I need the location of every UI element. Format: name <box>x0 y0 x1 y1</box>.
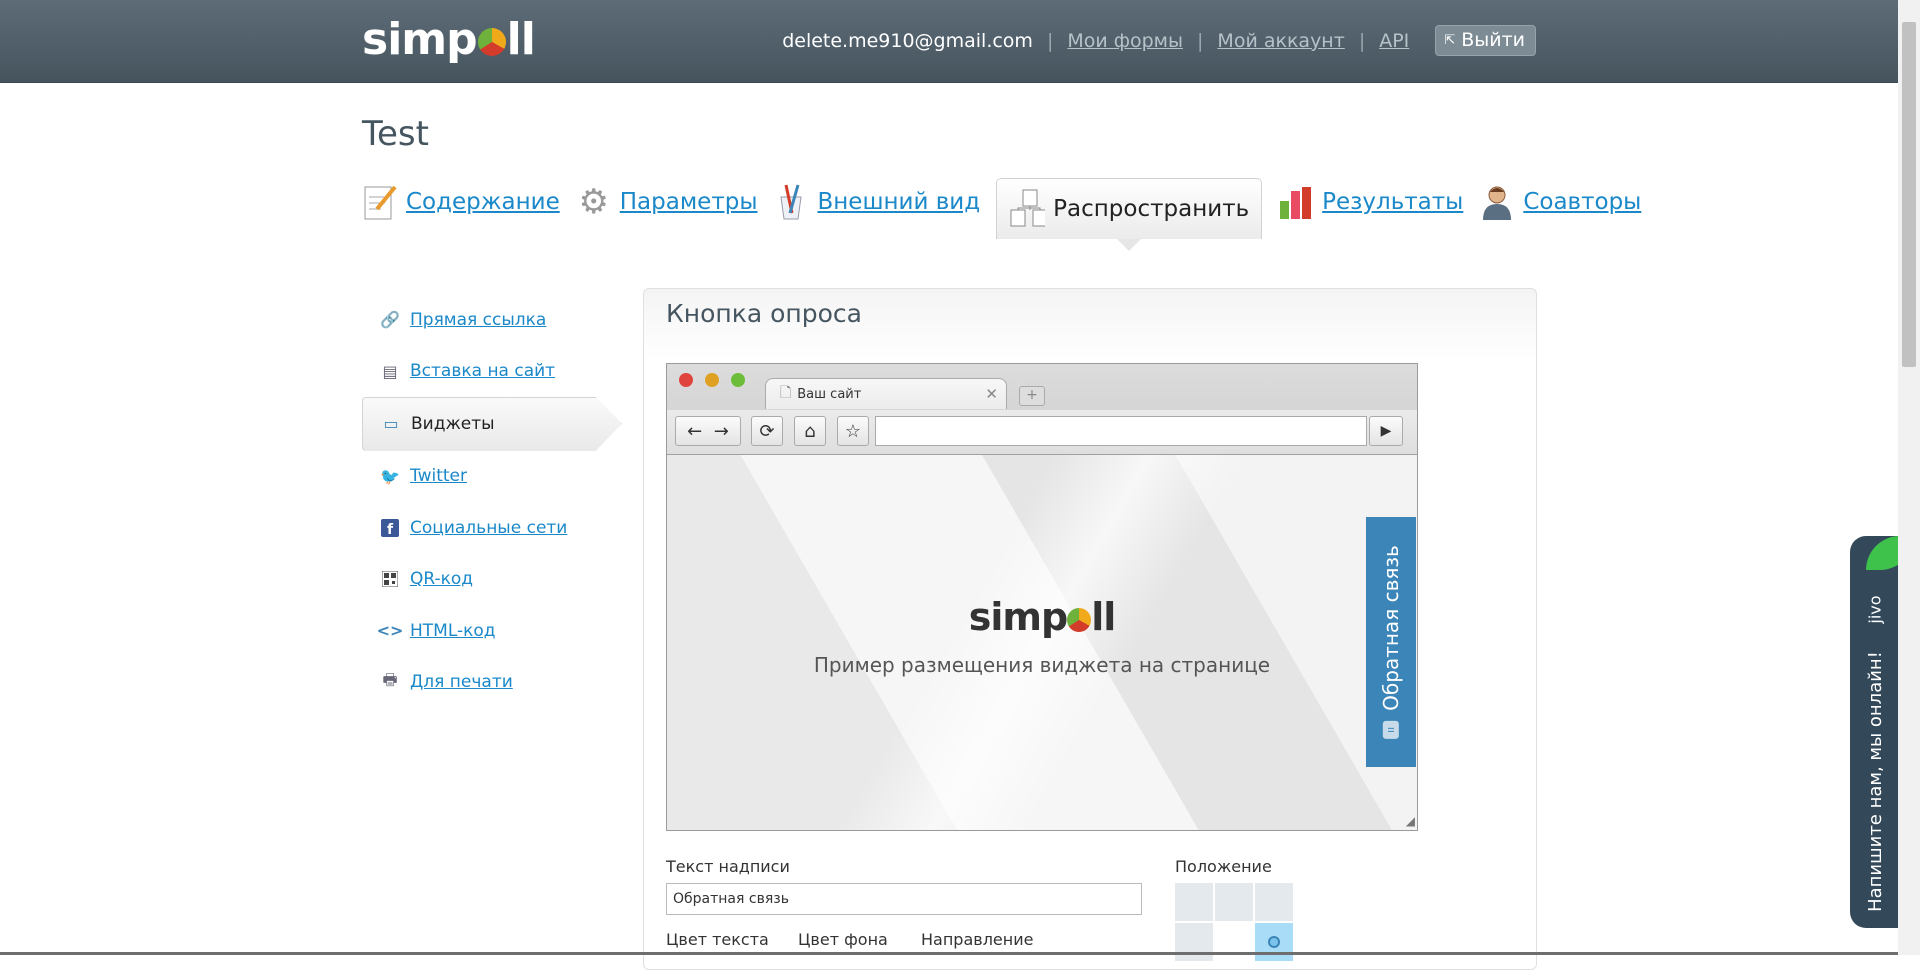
minimize-dot-icon <box>705 373 719 387</box>
browser-viewport: simp ll Пример размещения виджета на стра… <box>667 455 1417 830</box>
sidebar-item-social[interactable]: f Социальные сети <box>362 502 622 554</box>
maximize-dot-icon <box>731 373 745 387</box>
printer-icon: 🖶 <box>382 669 398 689</box>
code-icon: <> <box>376 621 404 641</box>
sidebar-item-embed[interactable]: ▤ Вставка на сайт <box>362 346 622 398</box>
sidebar-item-twitter[interactable]: 🐦 Twitter <box>362 451 622 503</box>
page-scrollbar[interactable] <box>1898 0 1920 955</box>
close-icon: ✕ <box>985 385 998 403</box>
caption-input[interactable]: Обратная связь <box>666 883 1142 915</box>
gear-icon: ⚙ <box>578 182 609 222</box>
api-link[interactable]: API <box>1379 30 1409 52</box>
page-title: Test <box>362 114 429 154</box>
tab-coauthors[interactable]: Соавторы <box>1479 178 1641 226</box>
edit-icon <box>362 183 398 221</box>
bg-color-label: Цвет фона <box>798 930 888 949</box>
address-bar <box>875 416 1367 446</box>
preview-caption: Пример размещения виджета на странице <box>813 653 1271 677</box>
chat-widget[interactable]: jivo Напишите нам, мы онлайн! <box>1850 536 1900 928</box>
speech-bubble-icon: ıı <box>1383 720 1400 739</box>
position-cell[interactable] <box>1215 923 1253 961</box>
sidebar-item-direct-link[interactable]: 🔗 Прямая ссылка <box>362 294 622 346</box>
arrow-left-icon: ← <box>687 420 703 442</box>
twitter-icon: 🐦 <box>380 466 400 486</box>
panel-title: Кнопка опроса <box>666 299 862 328</box>
svg-text:f: f <box>387 522 394 537</box>
browser-preview: 🗋 Ваш сайт ✕ + ← → ⟳ ⌂ ☆ ▶ simp ll Пример… <box>666 363 1418 831</box>
tab-parameters[interactable]: ⚙ Параметры <box>576 178 757 226</box>
feedback-widget-preview: ıı Обратная связь <box>1366 517 1416 767</box>
sidebar-item-qr[interactable]: QR-код <box>362 554 622 606</box>
preview-logo: simp ll <box>968 595 1117 639</box>
widget-panel: Кнопка опроса 🗋 Ваш сайт ✕ + ← → ⟳ ⌂ ☆ ▶ <box>643 288 1537 970</box>
browser-chrome: 🗋 Ваш сайт ✕ + ← → ⟳ ⌂ ☆ ▶ <box>667 364 1417 455</box>
tab-content[interactable]: Содержание <box>362 178 560 226</box>
top-nav: delete.me910@gmail.com | Мои формы | Мой… <box>782 25 1536 56</box>
position-cell[interactable] <box>1215 883 1253 921</box>
chat-brand: jivo <box>1865 594 1885 624</box>
bar-chart-icon <box>1278 183 1314 221</box>
caption-label: Текст надписи <box>666 857 790 876</box>
back-forward-icons: ← → <box>675 416 741 446</box>
tab-results[interactable]: Результаты <box>1278 178 1463 226</box>
position-cell[interactable] <box>1175 883 1213 921</box>
new-tab-icon: + <box>1019 386 1045 406</box>
tab-share[interactable]: Распространить <box>996 178 1263 251</box>
sidebar-item-print[interactable]: 🖶 Для печати <box>362 657 622 709</box>
user-icon <box>1479 183 1515 221</box>
embed-icon: ▤ <box>382 361 398 381</box>
position-label: Положение <box>1175 857 1272 876</box>
direction-label: Направление <box>921 930 1034 949</box>
position-cell-selected[interactable] <box>1255 923 1293 961</box>
play-icon: ▶ <box>1369 416 1403 446</box>
browser-toolbar: ← → ⟳ ⌂ ☆ ▶ <box>667 410 1417 454</box>
user-email: delete.me910@gmail.com <box>782 29 1033 52</box>
my-account-link[interactable]: Мой аккаунт <box>1217 30 1344 52</box>
star-icon: ☆ <box>837 416 869 446</box>
position-cell[interactable] <box>1255 883 1293 921</box>
scrollbar-thumb[interactable] <box>1902 22 1916 367</box>
logo[interactable]: simp ll <box>362 14 536 65</box>
top-bar: simp ll delete.me910@gmail.com | Мои форм… <box>0 0 1898 83</box>
sidebar-item-widgets[interactable]: ▭ Виджеты <box>362 397 622 451</box>
window-icon: ▭ <box>383 414 399 434</box>
close-dot-icon <box>679 373 693 387</box>
link-icon: 🔗 <box>380 310 400 330</box>
sidebar-item-html[interactable]: <> HTML-код <box>362 605 622 657</box>
page-icon: 🗋 <box>780 385 792 401</box>
main-tabs: Содержание ⚙ Параметры Внешний вид Распр… <box>362 178 1657 251</box>
text-color-label: Цвет текста <box>666 930 769 949</box>
arrow-right-icon: → <box>713 420 729 442</box>
logout-button[interactable]: ⇱ Выйти <box>1435 25 1536 56</box>
tab-appearance[interactable]: Внешний вид <box>773 178 980 226</box>
brushes-icon <box>773 183 809 221</box>
chat-message: Напишите нам, мы онлайн! <box>1864 650 1886 912</box>
qr-icon <box>380 569 400 589</box>
facebook-icon: f <box>380 518 400 538</box>
position-grid <box>1175 883 1293 961</box>
my-forms-link[interactable]: Мои формы <box>1067 30 1183 52</box>
reload-icon: ⟳ <box>751 416 783 446</box>
home-icon: ⌂ <box>794 416 826 446</box>
external-link-icon: ⇱ <box>1444 32 1456 48</box>
share-sidebar: 🔗 Прямая ссылка ▤ Вставка на сайт ▭ Видж… <box>362 294 622 708</box>
share-icon <box>1009 189 1046 228</box>
browser-tab: 🗋 Ваш сайт ✕ <box>765 378 1007 409</box>
position-cell[interactable] <box>1175 923 1213 961</box>
resize-handle-icon: ◢ <box>1405 814 1415 828</box>
chat-leaf-icon <box>1866 536 1900 570</box>
